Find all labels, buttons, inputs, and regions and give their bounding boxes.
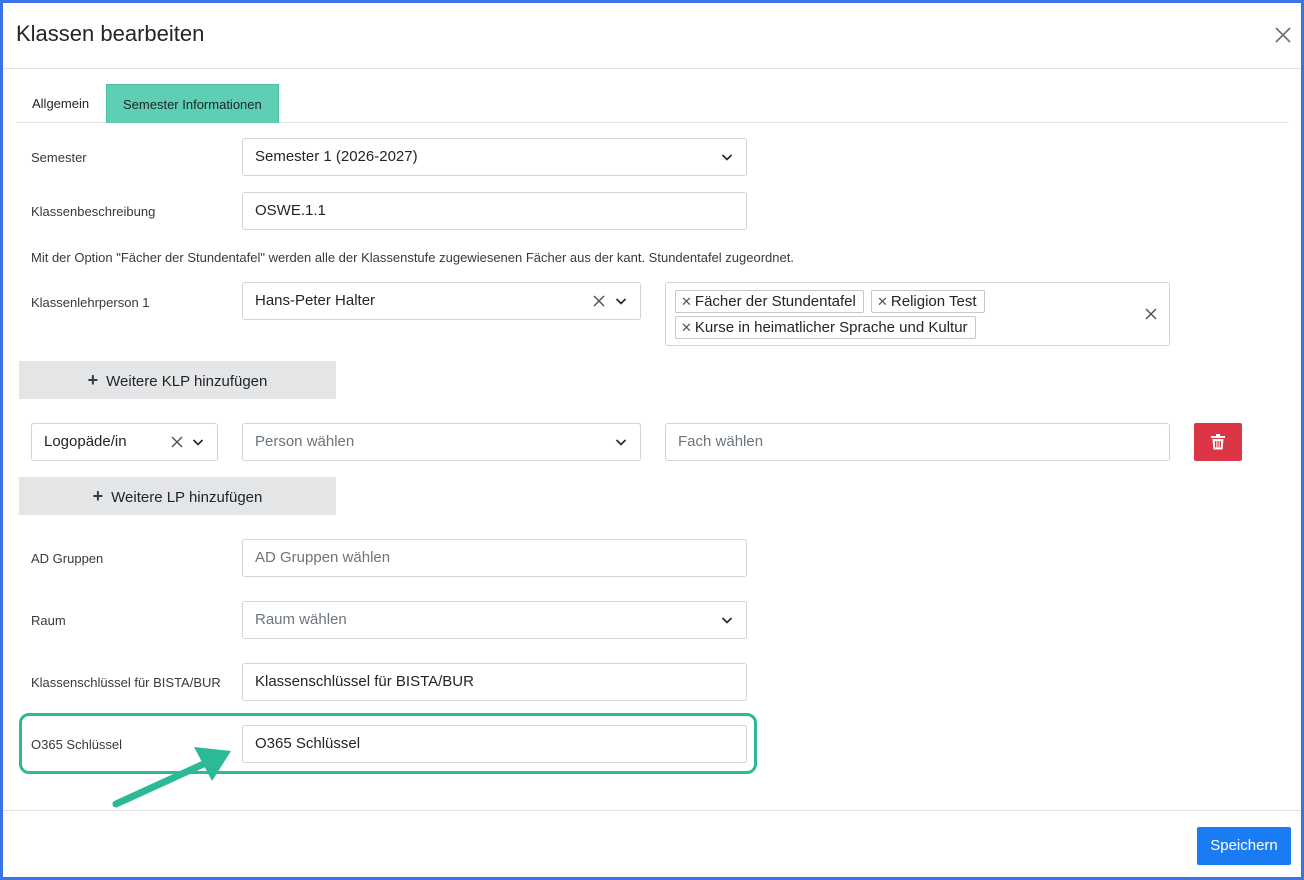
remove-tag-icon[interactable]: ✕: [681, 294, 692, 309]
ad-groups-label: AD Gruppen: [31, 551, 104, 566]
o365-key-input[interactable]: O365 Schlüssel: [242, 725, 747, 763]
clear-all-icon[interactable]: [1144, 307, 1158, 321]
clear-icon[interactable]: [592, 294, 606, 308]
bista-key-label: Klassenschlüssel für BISTA/BUR: [31, 675, 221, 690]
room-label: Raum: [31, 613, 66, 628]
tab-semester-informationen[interactable]: Semester Informationen: [106, 84, 279, 123]
close-button[interactable]: [1271, 23, 1295, 47]
ad-groups-select[interactable]: AD Gruppen wählen: [242, 539, 747, 577]
clear-icon[interactable]: [170, 435, 184, 449]
semester-label: Semester: [31, 150, 87, 165]
ad-groups-placeholder: AD Gruppen wählen: [255, 549, 391, 566]
role-value: Logopäde/in: [44, 433, 127, 450]
plus-icon: +: [92, 486, 104, 506]
class-description-input[interactable]: OSWE.1.1: [242, 192, 747, 230]
subjects-multiselect[interactable]: ✕ Fächer der Stundentafel ✕ Religion Test …: [665, 282, 1170, 346]
subject-placeholder: Fach wählen: [678, 433, 764, 450]
save-button[interactable]: Speichern: [1197, 827, 1291, 865]
modal-dialog: Klassen bearbeiten Allgemein Semester In…: [0, 0, 1304, 880]
help-text: Mit der Option "Fächer der Stundentafel"…: [31, 250, 794, 265]
class-description-value: OSWE.1.1: [255, 202, 326, 219]
class-teacher-value: Hans-Peter Halter: [255, 292, 376, 309]
chevron-down-icon: [615, 439, 627, 446]
class-teacher-select[interactable]: Hans-Peter Halter: [242, 282, 641, 320]
modal-title: Klassen bearbeiten: [16, 21, 205, 46]
room-select[interactable]: Raum wählen: [242, 601, 747, 639]
class-description-label: Klassenbeschreibung: [31, 204, 156, 219]
add-lp-button[interactable]: + Weitere LP hinzufügen: [19, 477, 336, 515]
add-klp-button[interactable]: + Weitere KLP hinzufügen: [19, 361, 336, 399]
person-select[interactable]: Person wählen: [242, 423, 641, 461]
tab-bar: Allgemein Semester Informationen: [16, 84, 1289, 123]
semester-select[interactable]: Semester 1 (2026-2027): [242, 138, 747, 176]
modal-header: Klassen bearbeiten: [3, 3, 1301, 69]
close-icon: [1275, 27, 1291, 43]
room-placeholder: Raum wählen: [255, 611, 347, 628]
chevron-down-icon: [192, 439, 204, 446]
semester-value: Semester 1 (2026-2027): [255, 148, 418, 165]
chevron-down-icon: [721, 154, 733, 161]
trash-icon: [1211, 434, 1225, 450]
footer-divider: [3, 810, 1301, 811]
remove-tag-icon[interactable]: ✕: [681, 320, 692, 335]
bista-key-placeholder: Klassenschlüssel für BISTA/BUR: [255, 673, 474, 690]
delete-button[interactable]: [1194, 423, 1242, 461]
role-select[interactable]: Logopäde/in: [31, 423, 218, 461]
person-placeholder: Person wählen: [255, 433, 355, 450]
class-teacher-label: Klassenlehrperson 1: [31, 295, 150, 310]
subject-tag: ✕ Kurse in heimatlicher Sprache und Kultu…: [675, 316, 976, 339]
arrow-annotation: [112, 747, 231, 808]
remove-tag-icon[interactable]: ✕: [877, 294, 888, 309]
chevron-down-icon: [721, 617, 733, 624]
bista-key-input[interactable]: Klassenschlüssel für BISTA/BUR: [242, 663, 747, 701]
plus-icon: +: [87, 370, 99, 390]
chevron-down-icon: [615, 298, 627, 305]
o365-key-placeholder: O365 Schlüssel: [255, 735, 361, 752]
tab-allgemein[interactable]: Allgemein: [16, 84, 105, 123]
subject-select[interactable]: Fach wählen: [665, 423, 1170, 461]
subject-tag: ✕ Fächer der Stundentafel: [675, 290, 864, 313]
subject-tag: ✕ Religion Test: [871, 290, 985, 313]
